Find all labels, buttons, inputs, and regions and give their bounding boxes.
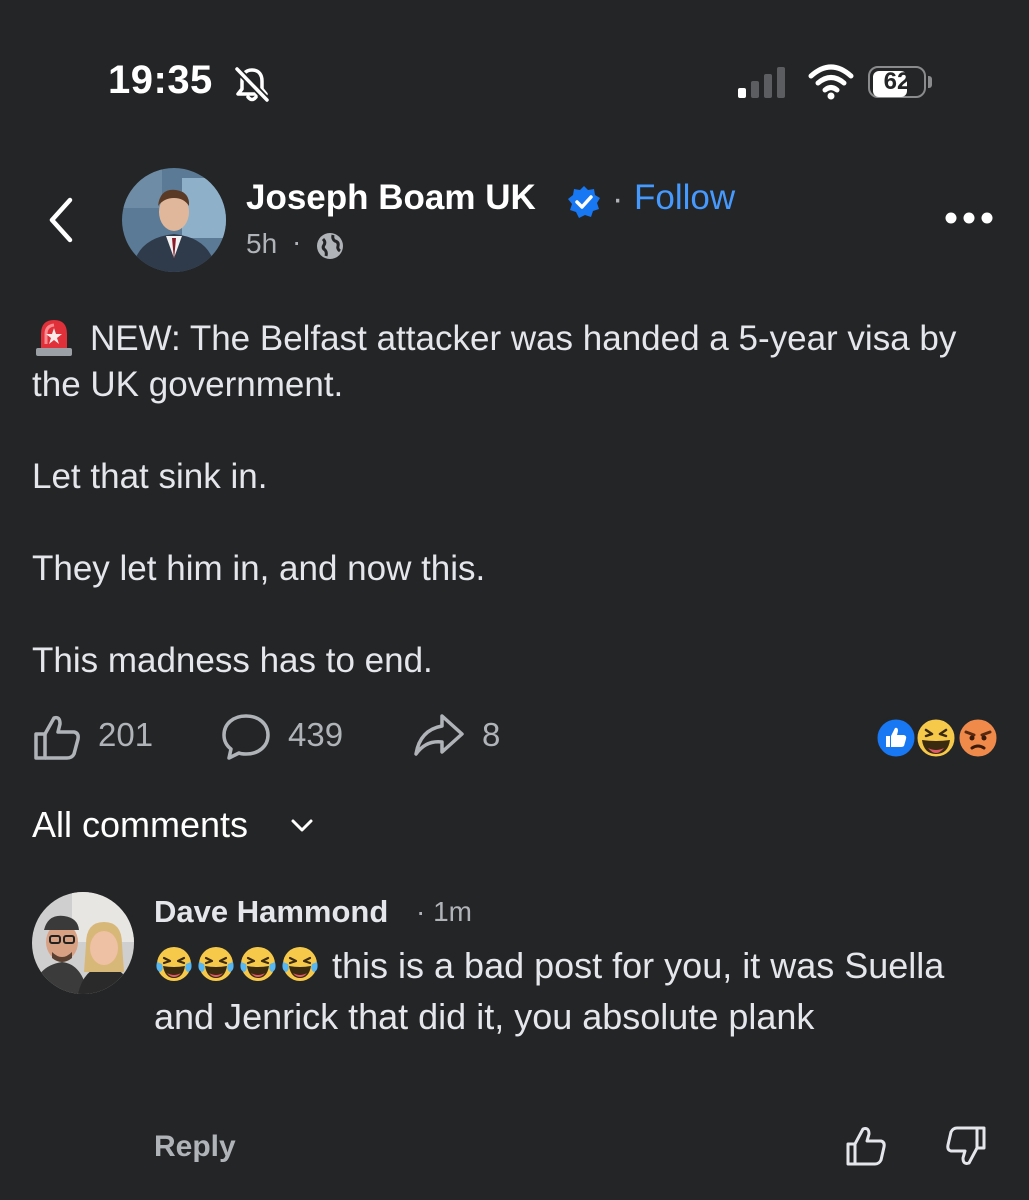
commenter-avatar[interactable] xyxy=(32,892,134,994)
globe-icon xyxy=(317,233,343,259)
signal-icon xyxy=(738,67,785,98)
angry-reaction-icon xyxy=(956,716,1000,760)
author-name[interactable]: Joseph Boam UK xyxy=(246,178,536,218)
commenter-name[interactable]: Dave Hammond xyxy=(154,894,388,930)
comment-time[interactable]: 1m xyxy=(433,896,472,927)
comments-filter[interactable]: All comments xyxy=(32,804,248,846)
post-paragraph: Let that sink in. xyxy=(32,457,268,496)
laughing-tears-icon xyxy=(198,947,234,981)
reply-button[interactable]: Reply xyxy=(154,1130,236,1164)
comment-separator: · xyxy=(416,896,426,927)
comment-count[interactable]: 439 xyxy=(288,716,343,754)
comment-body: this is a bad post for you, it was Suell… xyxy=(154,940,974,1042)
laughing-tears-icon xyxy=(240,947,276,981)
follow-button[interactable]: Follow xyxy=(634,178,735,218)
comment-bubble-icon[interactable] xyxy=(220,712,272,762)
upvote-thumb-icon[interactable] xyxy=(844,1124,888,1168)
verified-badge-icon xyxy=(568,186,600,218)
post-paragraph: They let him in, and now this. xyxy=(32,549,486,588)
battery-level: 62 xyxy=(883,68,911,95)
downvote-thumb-icon[interactable] xyxy=(944,1124,988,1168)
author-avatar[interactable] xyxy=(122,168,226,272)
haha-reaction-icon xyxy=(914,716,958,760)
post-body: NEW: The Belfast attacker was handed a 5… xyxy=(32,314,992,730)
chevron-down-icon[interactable] xyxy=(288,816,316,836)
like-reaction-icon xyxy=(874,716,918,760)
share-count[interactable]: 8 xyxy=(482,716,500,754)
more-options-icon[interactable] xyxy=(944,210,994,226)
like-thumb-icon[interactable] xyxy=(32,712,82,762)
like-count[interactable]: 201 xyxy=(98,716,153,754)
post-paragraph: This madness has to end. xyxy=(32,641,433,680)
share-arrow-icon[interactable] xyxy=(412,712,466,758)
back-chevron-icon[interactable] xyxy=(40,194,84,246)
laughing-tears-icon xyxy=(156,947,192,981)
siren-icon xyxy=(36,320,72,356)
comment-meta: · 1m xyxy=(416,896,472,928)
commenter-photo xyxy=(32,892,134,994)
post-paragraph-text: NEW: The Belfast attacker was handed a 5… xyxy=(32,319,957,404)
post-paragraph: NEW: The Belfast attacker was handed a 5… xyxy=(32,314,992,408)
status-time: 19:35 xyxy=(108,58,213,102)
reaction-summary[interactable] xyxy=(874,716,1002,760)
wifi-icon xyxy=(808,64,854,100)
battery-icon: 62 xyxy=(868,66,932,100)
bell-slash-icon xyxy=(234,66,270,103)
post-time[interactable]: 5h xyxy=(246,228,277,260)
laughing-tears-icon xyxy=(282,947,318,981)
follow-separator: · xyxy=(612,180,624,218)
time-separator: · xyxy=(292,226,302,257)
author-photo xyxy=(122,168,226,272)
